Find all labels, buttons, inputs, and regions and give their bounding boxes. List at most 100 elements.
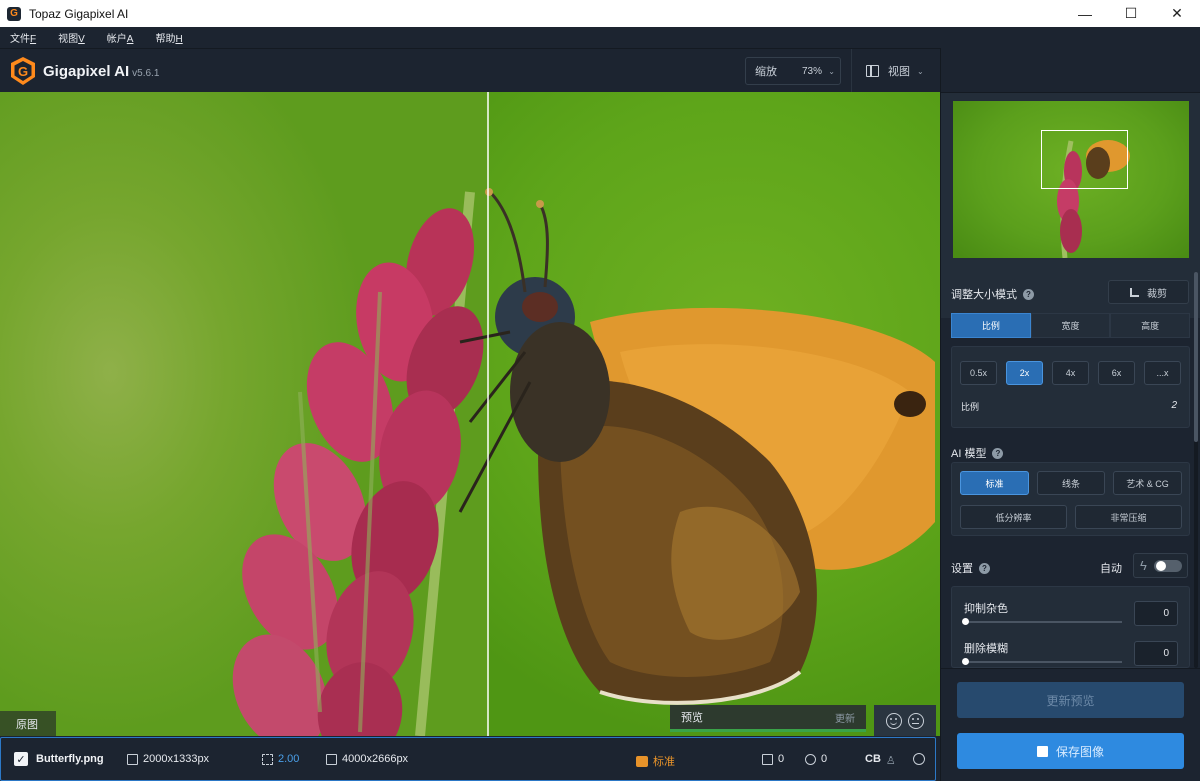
maximize-button[interactable]: ☐ [1108, 0, 1154, 27]
tab-scale[interactable]: 比例 [951, 313, 1031, 338]
model-standard-button[interactable]: 标准 [960, 471, 1029, 495]
blur-indicator: 0 [805, 753, 827, 765]
scale-0.5x-button[interactable]: 0.5x [960, 361, 997, 385]
preview-label: 预览 [681, 712, 703, 724]
sidebar-scrollbar[interactable] [1194, 272, 1198, 668]
output-size: 4000x2666px [326, 753, 408, 765]
tab-height[interactable]: 高度 [1110, 313, 1191, 338]
zoom-dropdown[interactable]: 缩放 73% ⌄ [745, 57, 841, 85]
model-very-compressed-button[interactable]: 非常压缩 [1075, 505, 1182, 529]
scale-2x-button[interactable]: 2x [1006, 361, 1043, 385]
version-label: v5.6.1 [132, 68, 160, 79]
original-label: 原图 [0, 711, 56, 736]
preview-status-bar: 预览 更新 [670, 705, 866, 732]
help-icon[interactable]: ? [979, 562, 990, 574]
divider [851, 49, 852, 93]
suppress-noise-input[interactable]: 0 [1134, 601, 1178, 626]
minimize-button[interactable]: — [1062, 0, 1108, 27]
model-lines-button[interactable]: 线条 [1037, 471, 1105, 495]
menu-view[interactable]: 视图V [58, 30, 85, 45]
svg-text:G: G [18, 64, 28, 79]
auto-label: 自动 [1100, 563, 1122, 575]
app-icon: G [7, 6, 21, 21]
title-bar: G Topaz Gigapixel AI — ☐ ✕ [0, 0, 1200, 27]
chevron-down-icon: ⌄ [828, 66, 835, 76]
save-icon [1036, 745, 1048, 757]
navigator-thumbnail[interactable] [953, 101, 1189, 258]
save-image-button[interactable]: 保存图像 [957, 733, 1184, 769]
resize-mode-tabs: 比例 宽度 高度 [951, 313, 1191, 338]
view-dropdown[interactable]: 视图 ⌄ [860, 57, 932, 85]
app-header: G Gigapixel AI v5.6.1 缩放 73% ⌄ 视图 ⌄ [0, 48, 940, 93]
action-area: 更新预览 保存图像 [941, 668, 1200, 781]
settings-panel: 抑制杂色 0 删除模糊 0 [951, 586, 1190, 668]
gigapixel-logo-icon: G [11, 57, 35, 85]
model-art-cg-button[interactable]: 艺术 & CG [1113, 471, 1182, 495]
scale-custom-button[interactable]: ...x [1144, 361, 1181, 385]
remove-blur-input[interactable]: 0 [1134, 641, 1178, 666]
zoom-label: 缩放 [755, 66, 777, 78]
view-label: 视图 [888, 66, 910, 78]
butterfly-photo [232, 188, 935, 736]
update-preview-button[interactable]: 更新预览 [957, 682, 1184, 718]
blur-icon [805, 753, 816, 765]
crop-button[interactable]: 裁剪 [1108, 280, 1189, 304]
zoom-value: 73% [801, 65, 822, 77]
scrollbar-thumb[interactable] [1194, 272, 1198, 442]
split-view-icon [866, 65, 879, 77]
scale-6x-button[interactable]: 6x [1098, 361, 1135, 385]
slider-handle[interactable] [962, 658, 969, 665]
chevron-down-icon: ⌄ [917, 66, 924, 76]
expand-icon [262, 753, 273, 765]
split-divider-handle[interactable] [487, 92, 489, 736]
file-checkbox[interactable]: ✓ [14, 752, 28, 766]
model-low-res-button[interactable]: 低分辨率 [960, 505, 1067, 529]
menu-file[interactable]: 文件F [10, 30, 36, 45]
noise-indicator: 0 [762, 753, 784, 765]
scale-4x-button[interactable]: 4x [1052, 361, 1089, 385]
auto-toggle[interactable]: ϟ [1133, 553, 1188, 578]
remove-blur-label: 删除模糊 [964, 643, 1008, 655]
resize-mode-title: 调整大小模式? [951, 286, 1034, 302]
image-size-icon [127, 753, 138, 765]
update-link[interactable]: 更新 [835, 710, 855, 725]
menu-account[interactable]: 帐户A [107, 30, 134, 45]
ai-model-panel: 标准 线条 艺术 & CG 低分辨率 非常压缩 [951, 462, 1190, 536]
scale-label: 比例 [961, 402, 980, 412]
model-badge: 标准 [636, 753, 675, 769]
face-smile-icon[interactable] [886, 712, 902, 729]
close-button[interactable]: ✕ [1154, 0, 1200, 27]
file-name: Butterfly.png [36, 753, 104, 765]
face-neutral-icon[interactable] [908, 712, 924, 729]
model-icon [636, 755, 648, 767]
settings-title: 设置? [951, 560, 990, 576]
scale-factor: 2.00 [262, 753, 299, 765]
output-size-icon [326, 753, 337, 765]
minus-circle-icon [913, 753, 925, 765]
person-icon: ♙ [885, 754, 896, 767]
suppress-noise-slider[interactable] [962, 618, 1122, 625]
file-row[interactable]: ✓ Butterfly.png 2000x1333px 2.00 4000x26… [0, 737, 936, 781]
menu-help[interactable]: 帮助H [155, 30, 182, 45]
flower-spike [232, 208, 484, 736]
settings-sidebar: 调整大小模式? 裁剪 比例 宽度 高度 0.5x 2x 4x 6x ...x 比… [940, 48, 1200, 781]
tab-width[interactable]: 宽度 [1030, 313, 1111, 338]
brand-title: Gigapixel AI v5.6.1 [43, 63, 160, 80]
remove-blur-slider[interactable] [962, 658, 1122, 665]
slider-handle[interactable] [962, 618, 969, 625]
help-icon[interactable]: ? [992, 447, 1004, 459]
face-toggle-group [874, 705, 936, 736]
source-size: 2000x1333px [127, 753, 209, 765]
remove-file-button[interactable] [913, 753, 925, 765]
noise-icon [762, 753, 773, 765]
auto-switch[interactable] [1154, 560, 1182, 572]
lightning-icon: ϟ [1140, 558, 1147, 573]
window-title: Topaz Gigapixel AI [29, 6, 129, 21]
scale-value: 2 [1171, 400, 1177, 411]
menu-bar: 文件F 视图V 帐户A 帮助H [0, 27, 1200, 48]
viewport-frame[interactable] [1041, 130, 1128, 189]
help-icon[interactable]: ? [1023, 288, 1034, 300]
image-canvas[interactable] [0, 92, 940, 736]
ai-model-title: AI 模型? [951, 445, 1004, 461]
cb-indicator: CB ♙ [865, 753, 896, 767]
